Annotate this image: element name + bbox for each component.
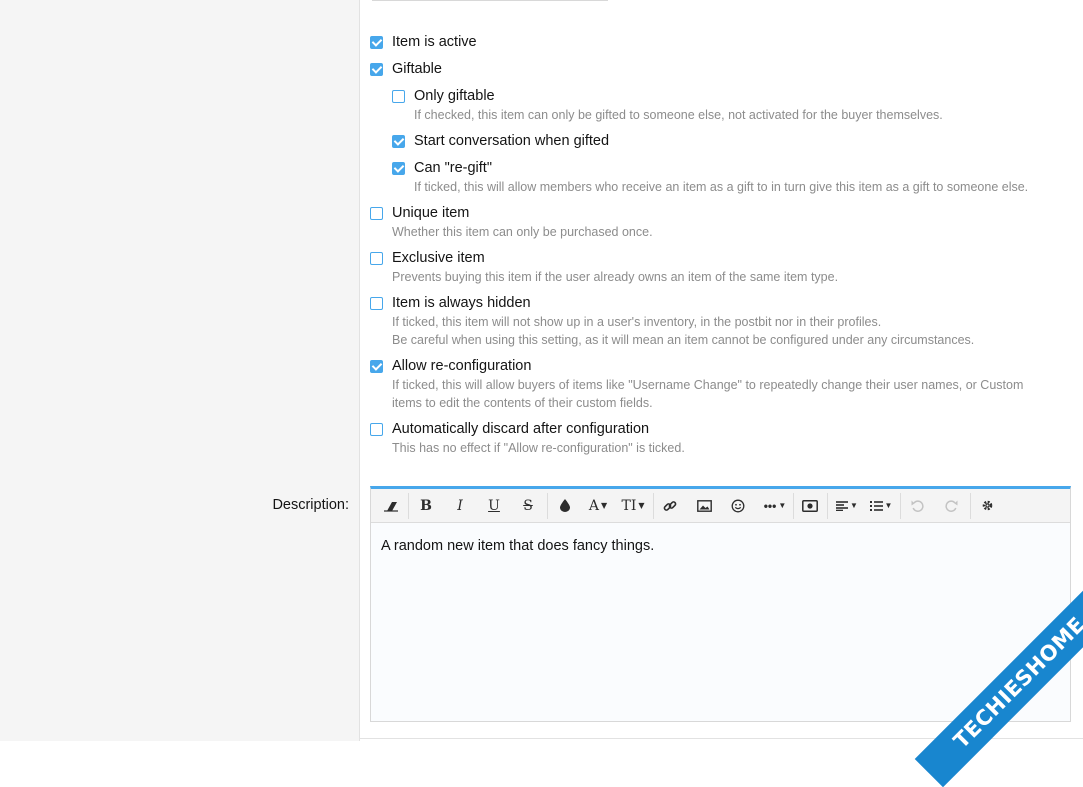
exclusive-item-label[interactable]: Exclusive item: [392, 249, 485, 267]
allow-reconfiguration-hint-2: items to edit the contents of their cust…: [392, 396, 653, 410]
exclusive-item-hint: Prevents buying this item if the user al…: [392, 270, 839, 284]
more-icon[interactable]: ••• ▼: [758, 489, 792, 522]
exclusive-item-checkbox[interactable]: [370, 252, 383, 265]
always-hidden-hint: If ticked, this item will not show up in…: [392, 315, 882, 329]
top-divider: [372, 0, 608, 1]
description-editor[interactable]: B I U S A ▼ TI ▼ ••• ▼ ▼ ▼ A random new …: [370, 486, 1071, 722]
only-giftable-checkbox[interactable]: [392, 90, 405, 103]
always-hidden-hint-2: Be careful when using this setting, as i…: [392, 333, 975, 347]
font-size-icon[interactable]: A ▼: [583, 489, 613, 522]
giftable-checkbox[interactable]: [370, 63, 383, 76]
bold-icon[interactable]: B: [414, 489, 438, 522]
remove-format-icon[interactable]: [379, 489, 403, 522]
font-size-glyph: A: [588, 497, 599, 514]
editor-toolbar: B I U S A ▼ TI ▼ ••• ▼ ▼ ▼: [371, 489, 1070, 523]
unique-item-hint: Whether this item can only be purchased …: [392, 225, 653, 239]
media-icon[interactable]: [798, 489, 822, 522]
redo-icon[interactable]: [939, 489, 963, 522]
link-icon[interactable]: [658, 489, 682, 522]
giftable-label[interactable]: Giftable: [392, 60, 442, 78]
strikethrough-icon[interactable]: S: [516, 489, 540, 522]
always-hidden-checkbox[interactable]: [370, 297, 383, 310]
undo-icon[interactable]: [905, 489, 929, 522]
align-icon[interactable]: ▼: [832, 489, 862, 522]
font-color-icon[interactable]: [553, 489, 577, 522]
description-label: Description:: [272, 497, 349, 513]
re-gift-label[interactable]: Can "re-gift": [414, 159, 492, 177]
allow-reconfiguration-label[interactable]: Allow re-configuration: [392, 357, 531, 375]
unique-item-label[interactable]: Unique item: [392, 204, 469, 222]
gear-icon[interactable]: [975, 489, 999, 522]
more-glyph: •••: [763, 498, 777, 513]
unique-item-checkbox[interactable]: [370, 207, 383, 220]
item-is-active-checkbox[interactable]: [370, 36, 383, 49]
editor-content[interactable]: A random new item that does fancy things…: [381, 536, 654, 556]
underline-icon[interactable]: U: [482, 489, 506, 522]
item-is-active-label[interactable]: Item is active: [392, 33, 477, 51]
auto-discard-hint: This has no effect if "Allow re-configur…: [392, 441, 685, 455]
smiley-icon[interactable]: [726, 489, 750, 522]
always-hidden-label[interactable]: Item is always hidden: [392, 294, 531, 312]
image-icon[interactable]: [692, 489, 716, 522]
start-conversation-checkbox[interactable]: [392, 135, 405, 148]
list-icon[interactable]: ▼: [866, 489, 896, 522]
auto-discard-label[interactable]: Automatically discard after configuratio…: [392, 420, 649, 438]
re-gift-hint: If ticked, this will allow members who r…: [414, 180, 1029, 194]
only-giftable-label[interactable]: Only giftable: [414, 87, 495, 105]
font-family-glyph: TI: [621, 497, 637, 514]
allow-reconfiguration-checkbox[interactable]: [370, 360, 383, 373]
only-giftable-hint: If checked, this item can only be gifted…: [414, 108, 943, 122]
allow-reconfiguration-hint: If ticked, this will allow buyers of ite…: [392, 378, 1024, 392]
re-gift-checkbox[interactable]: [392, 162, 405, 175]
label-column: [0, 0, 360, 741]
auto-discard-checkbox[interactable]: [370, 423, 383, 436]
italic-icon[interactable]: I: [448, 489, 472, 522]
start-conversation-label[interactable]: Start conversation when gifted: [414, 132, 609, 150]
font-family-icon[interactable]: TI ▼: [617, 489, 649, 522]
